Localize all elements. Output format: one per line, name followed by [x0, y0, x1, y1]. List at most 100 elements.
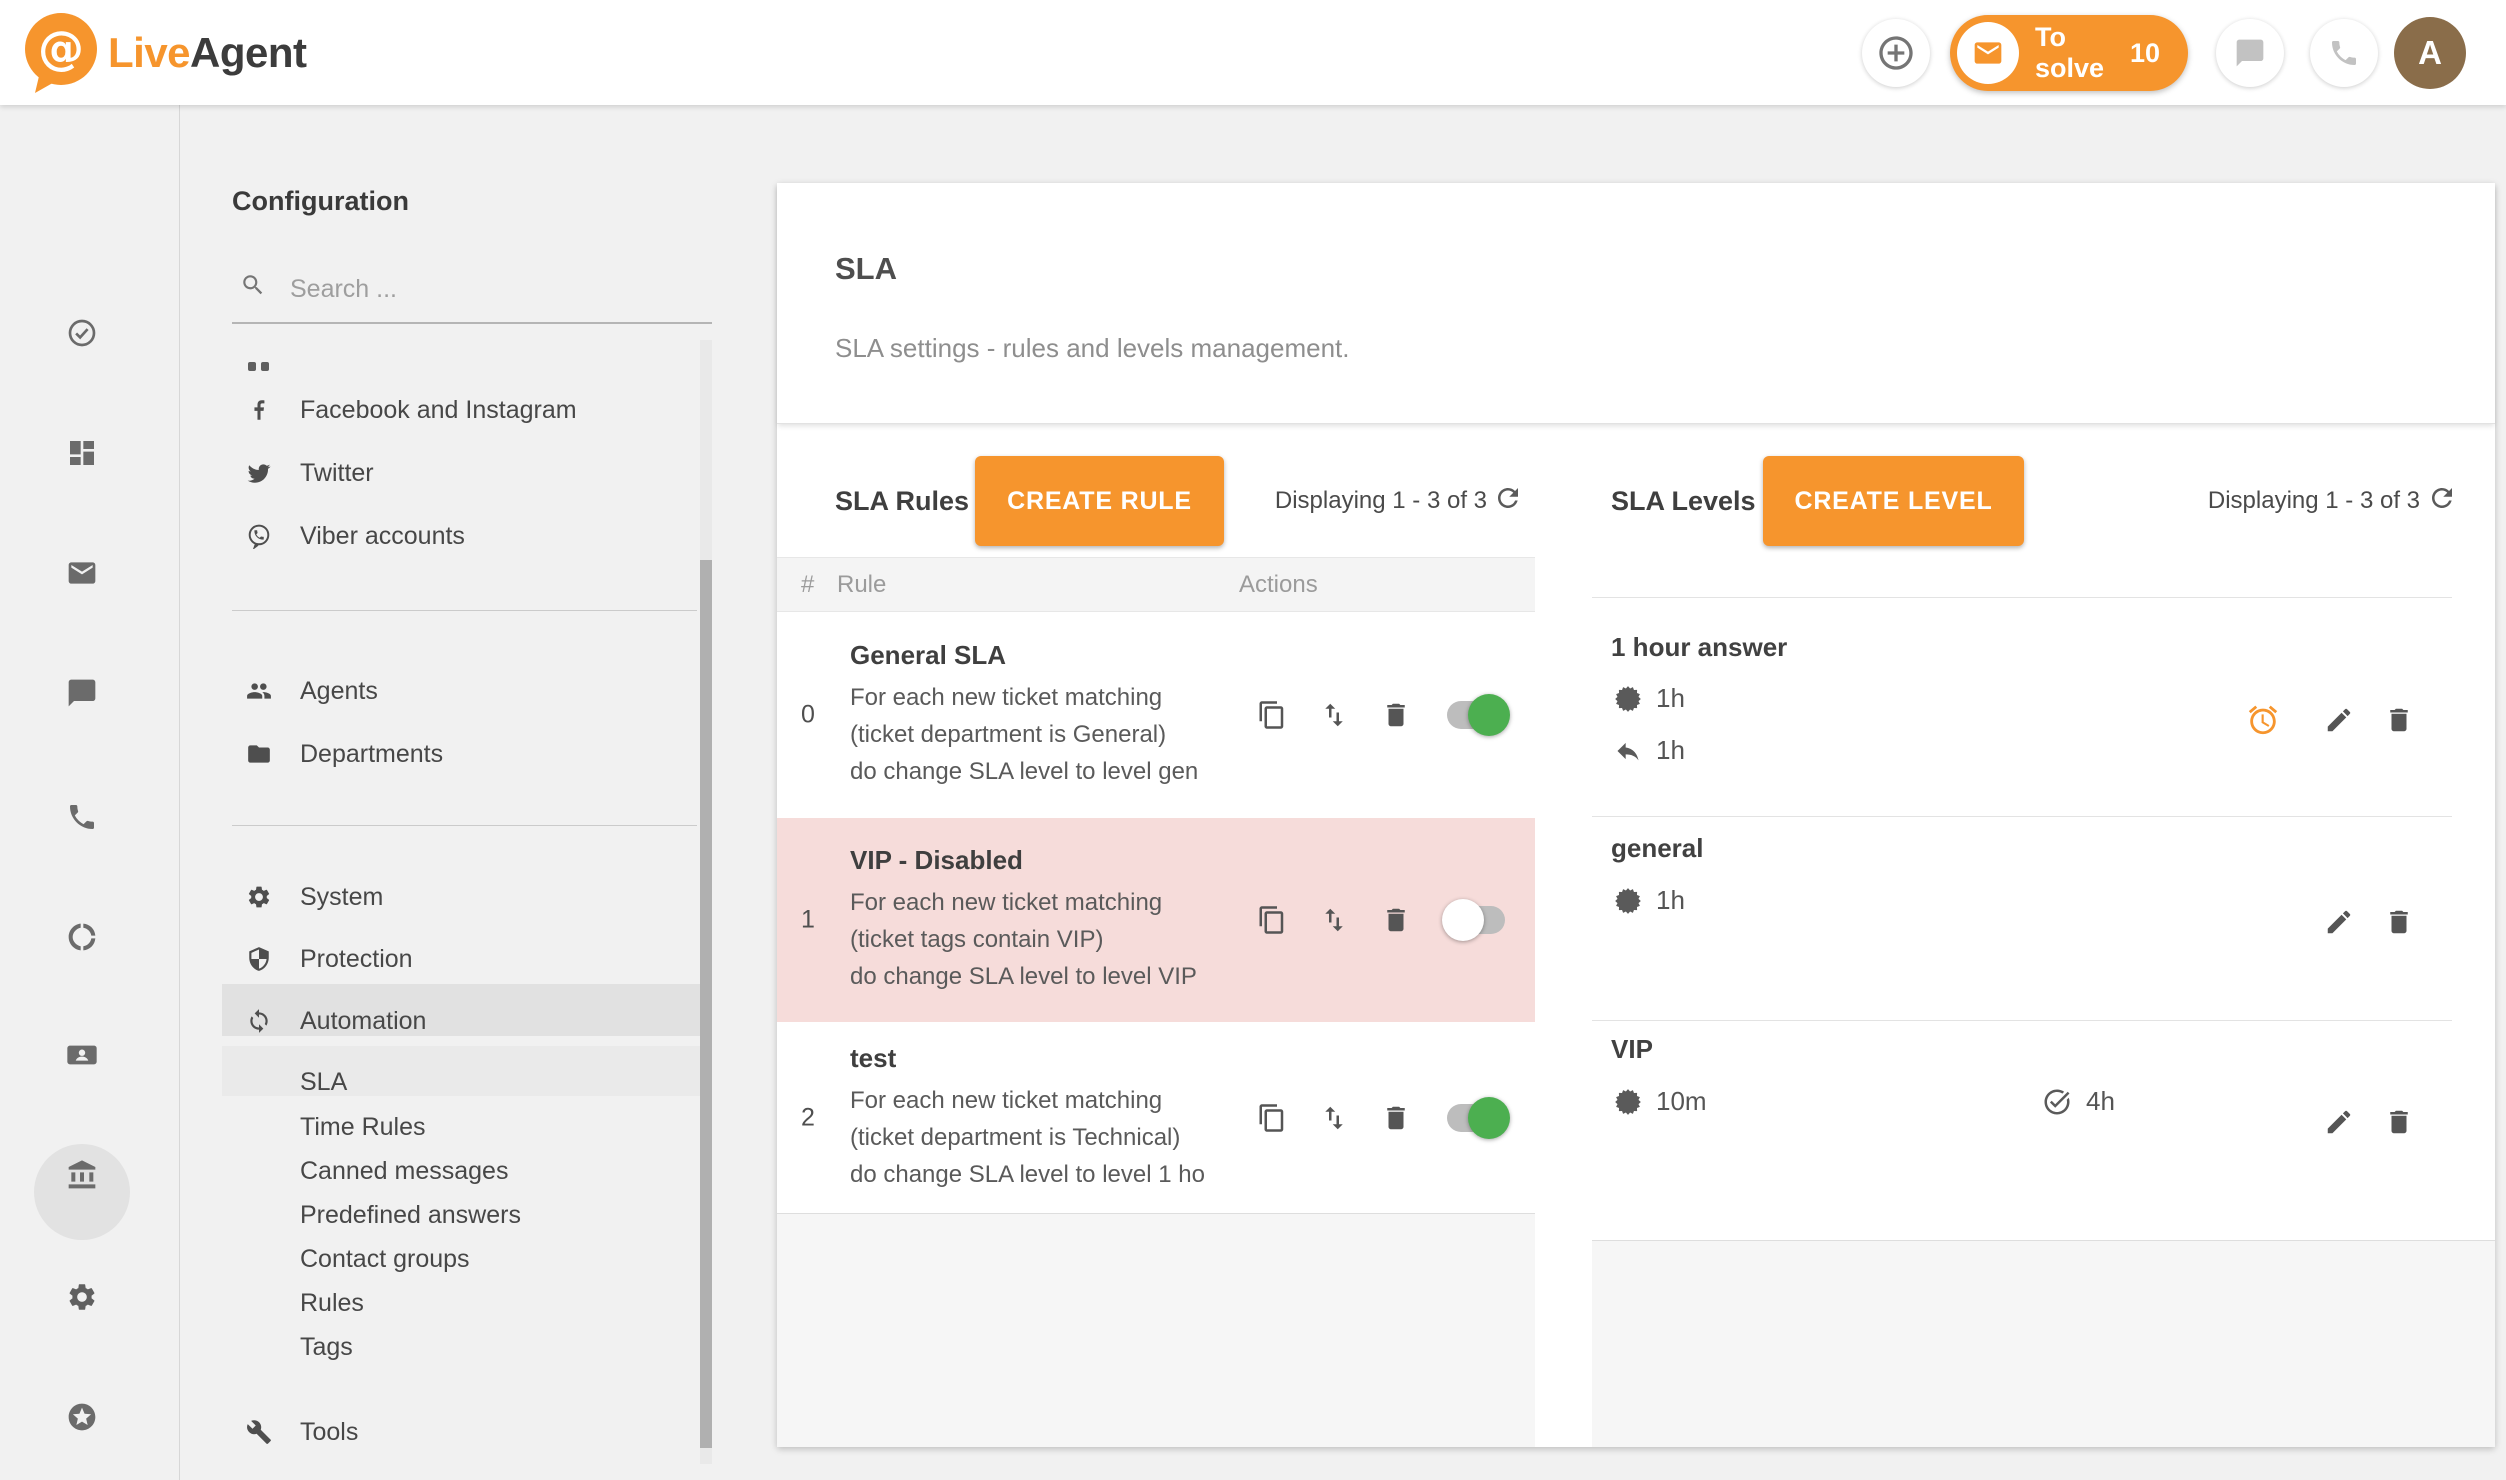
add-button[interactable]: [1862, 19, 1930, 87]
calls-button[interactable]: [2310, 19, 2378, 87]
svg-text:@: @: [38, 21, 84, 75]
logo[interactable]: @ LiveAgent: [22, 12, 307, 94]
rule-text: test For each new ticket matching (ticke…: [850, 1043, 1262, 1193]
rules-displaying-text: Displaying 1 - 3 of 3: [1217, 487, 1487, 515]
copy-icon[interactable]: [1257, 1103, 1287, 1133]
chat-bubble-icon: [66, 677, 98, 709]
to-solve-button[interactable]: To solve 10: [1950, 15, 2188, 91]
phone-icon: [66, 801, 98, 833]
trash-icon[interactable]: [2384, 705, 2414, 735]
rule-index: 2: [801, 1103, 815, 1132]
rail-billing-button[interactable]: [66, 1159, 98, 1191]
rail-dashboard-button[interactable]: [66, 437, 98, 469]
to-solve-label: To solve: [2035, 22, 2130, 84]
viber-icon: [246, 523, 272, 549]
rail-calls-button[interactable]: [66, 801, 98, 833]
search-icon: [240, 272, 266, 298]
pencil-icon[interactable]: [2324, 1107, 2354, 1137]
page: @ LiveAgent To solve 10 A: [0, 0, 2506, 1480]
avatar[interactable]: A: [2394, 17, 2466, 89]
trash-icon[interactable]: [2384, 1107, 2414, 1137]
config-item-automation[interactable]: Automation: [181, 995, 721, 1047]
config-divider: [232, 610, 697, 611]
level-row-general[interactable]: general 1h: [1592, 816, 2495, 1020]
trash-icon[interactable]: [1381, 1103, 1411, 1133]
folder-icon: [246, 741, 272, 767]
config-item-system[interactable]: System: [181, 871, 721, 923]
refresh-icon[interactable]: [2427, 483, 2457, 513]
rule-enabled-toggle[interactable]: [1447, 1104, 1505, 1132]
rule-actions: [1257, 1103, 1505, 1133]
config-item-protection[interactable]: Protection: [181, 933, 721, 985]
bank-icon: [66, 1159, 98, 1191]
wrench-icon: [246, 1419, 272, 1445]
rules-table-header: # Rule Actions: [777, 557, 1535, 612]
page-title: SLA: [835, 251, 897, 287]
level-title: 1 hour answer: [1611, 632, 1787, 663]
alarm-icon[interactable]: [2246, 703, 2280, 737]
mail-icon: [66, 557, 98, 589]
seal-badge-icon: [1614, 887, 1642, 915]
rule-title: General SLA: [850, 640, 1262, 671]
trash-icon[interactable]: [1381, 700, 1411, 730]
rail-customers-button[interactable]: [66, 1039, 98, 1071]
search-input[interactable]: [288, 266, 692, 312]
copy-icon[interactable]: [1257, 700, 1287, 730]
to-solve-count: 10: [2130, 38, 2160, 69]
twitter-icon: [246, 460, 272, 486]
config-item-tools[interactable]: Tools: [181, 1406, 721, 1458]
refresh-icon[interactable]: [1493, 483, 1523, 513]
pencil-icon[interactable]: [2324, 705, 2354, 735]
donut-chart-icon: [66, 921, 98, 953]
config-item-tags[interactable]: Tags: [181, 1321, 721, 1373]
config-item-twitter[interactable]: Twitter: [181, 447, 721, 499]
rule-actions: [1257, 905, 1505, 935]
shield-icon: [246, 946, 272, 972]
rules-table-footer: [777, 1213, 1535, 1447]
copy-icon[interactable]: [1257, 905, 1287, 935]
nav-rail: [0, 105, 180, 1480]
rail-chat-button[interactable]: [66, 677, 98, 709]
create-rule-button[interactable]: CREATE RULE: [975, 456, 1224, 546]
rule-index: 0: [801, 701, 815, 730]
trash-icon[interactable]: [2384, 907, 2414, 937]
config-item-viber[interactable]: Viber accounts: [181, 510, 721, 562]
group-icon: [246, 678, 272, 704]
page-subtitle: SLA settings - rules and levels manageme…: [835, 333, 1350, 364]
config-item-facebook[interactable]: Facebook and Instagram: [181, 384, 721, 436]
search-field: [232, 258, 712, 324]
rail-settings-button[interactable]: [66, 1281, 98, 1313]
rail-reports-button[interactable]: [66, 921, 98, 953]
reorder-icon[interactable]: [1319, 1103, 1349, 1133]
chats-button[interactable]: [2216, 19, 2284, 87]
level-row-vip[interactable]: VIP 10m 4h: [1592, 1020, 2495, 1240]
create-level-button[interactable]: CREATE LEVEL: [1763, 456, 2024, 546]
rule-row-vip-disabled[interactable]: 1 VIP - Disabled For each new ticket mat…: [777, 818, 1535, 1022]
config-item-agents[interactable]: Agents: [181, 665, 721, 717]
resolve-metric: 4h: [2042, 1086, 2115, 1117]
config-item-departments[interactable]: Departments: [181, 728, 721, 780]
pencil-icon[interactable]: [2324, 907, 2354, 937]
rail-mail-button[interactable]: [66, 557, 98, 589]
liveagent-logo-icon: @: [22, 12, 100, 94]
config-scrollbar-thumb[interactable]: [700, 560, 712, 1448]
config-divider: [232, 825, 697, 826]
dashboard-icon: [66, 437, 98, 469]
rail-gamification-button[interactable]: [66, 1401, 98, 1433]
rule-row-general-sla[interactable]: 0 General SLA For each new ticket matchi…: [777, 612, 1535, 818]
rule-enabled-toggle[interactable]: [1447, 906, 1505, 934]
seal-badge-icon: [1614, 685, 1642, 713]
reorder-icon[interactable]: [1319, 700, 1349, 730]
chat-bubble-icon: [2234, 37, 2266, 69]
settings-gear-icon: [66, 1281, 98, 1313]
reorder-icon[interactable]: [1319, 905, 1349, 935]
next-reply-metric: 1h: [1614, 735, 1685, 766]
trash-icon[interactable]: [1381, 905, 1411, 935]
rule-enabled-toggle[interactable]: [1447, 701, 1505, 729]
rail-tickets-button[interactable]: [66, 317, 98, 349]
add-circle-icon: [1876, 33, 1916, 73]
check-circle-icon: [66, 317, 98, 349]
rule-row-test[interactable]: 2 test For each new ticket matching (tic…: [777, 1022, 1535, 1213]
rule-title: test: [850, 1043, 1262, 1074]
level-row-1-hour-answer[interactable]: 1 hour answer 1h 1h: [1592, 597, 2495, 816]
